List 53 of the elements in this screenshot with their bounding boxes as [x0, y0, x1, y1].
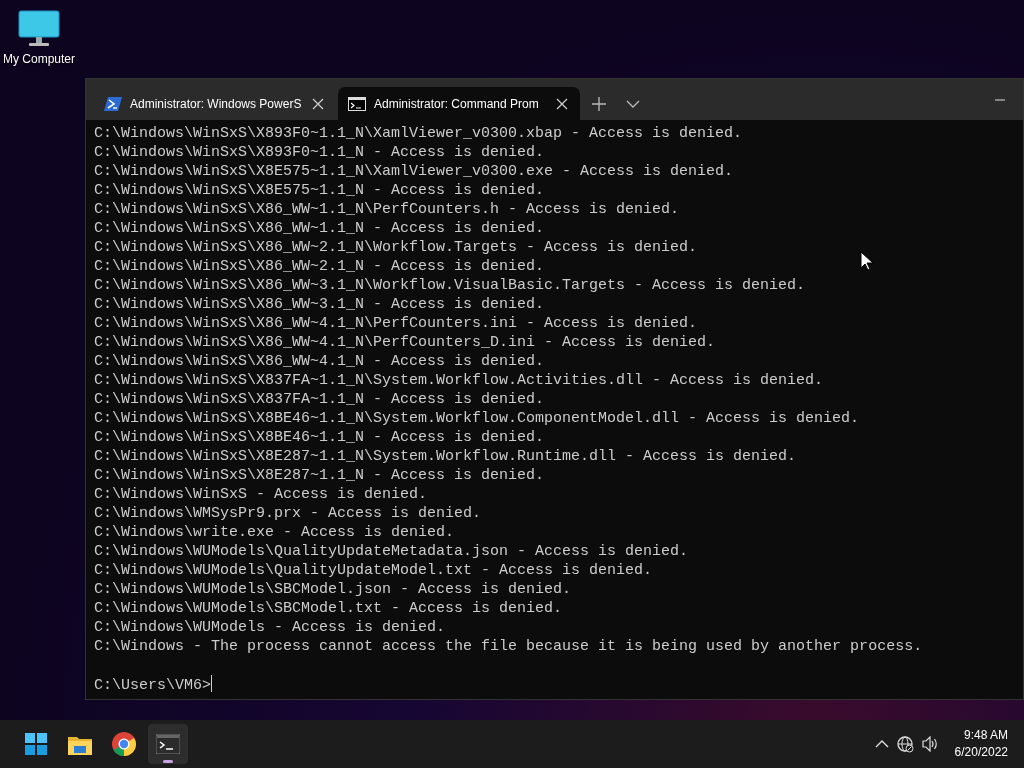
- powershell-icon: [104, 95, 122, 112]
- output-line: C:\Windows\WinSxS\X86_WW~4.1_N\PerfCounters.ini - Access is denied.: [94, 314, 698, 333]
- output-line: C:\Windows\WUModels\QualityUpdateModel.txt - Access is denied.: [94, 561, 653, 580]
- output-line: C:\Windows\WinSxS\X8E287~1.1_N - Access is denied.: [94, 466, 545, 485]
- speaker-icon[interactable]: [921, 736, 939, 752]
- tab[interactable]: Administrator: Command Prom: [338, 87, 580, 120]
- output-line: C:\Windows\WinSxS\X8BE46~1.1_N\System.Workflow.ComponentModel.dll - Access is denied.: [94, 409, 860, 428]
- close-icon[interactable]: [556, 97, 568, 110]
- output-line: C:\Windows\WinSxS\X86_WW~3.1_N\Workflow.VisualBasic.Targets - Access is denied.: [94, 276, 806, 295]
- output-line: C:\Windows\WMSysPr9.prx - Access is denied.: [94, 504, 482, 523]
- globe-icon[interactable]: [896, 735, 914, 753]
- output-line: C:\Windows\WinSxS\X86_WW~1.1_N\PerfCounters.h - Access is denied.: [94, 200, 680, 219]
- output-line: C:\Windows\WinSxS\X893F0~1.1_N - Access is denied.: [94, 143, 545, 162]
- output-line: C:\Windows\WinSxS - Access is denied.: [94, 485, 428, 504]
- command-prompt-icon: [348, 96, 366, 111]
- monitor-icon[interactable]: [18, 10, 60, 47]
- command-prompt: C:\Users\VM6>: [94, 677, 212, 694]
- output-line: C:\Windows\WinSxS\X86_WW~4.1_N\PerfCounters_D.ini - Access is denied.: [94, 333, 716, 352]
- taskbar-app[interactable]: [148, 724, 188, 764]
- icon-label: My Computer: [3, 51, 75, 68]
- clock[interactable]: 9:48 AM 6/20/2022: [954, 727, 1008, 761]
- output-line: C:\Windows - The process cannot access the file because it is being used by another process.: [94, 637, 923, 656]
- output-line: C:\Windows\WinSxS\X8E575~1.1_N\XamlViewer_v0300.exe - Access is denied.: [94, 162, 734, 181]
- plus-icon: [592, 96, 606, 111]
- output-line: C:\Windows\WUModels\SBCModel.json - Access is denied.: [94, 580, 572, 599]
- tab[interactable]: Administrator: Windows PowerS: [94, 87, 336, 120]
- browser-icon: [112, 732, 136, 756]
- output-line: C:\Windows\WinSxS\X86_WW~3.1_N - Access is denied.: [94, 295, 545, 314]
- output-line: C:\Windows\WinSxS\X86_WW~4.1_N - Access is denied.: [94, 352, 545, 371]
- active-indicator: [163, 760, 173, 763]
- output-line: C:\Windows\WinSxS\X86_WW~2.1_N - Access is denied.: [94, 257, 545, 276]
- text-cursor: [211, 675, 213, 692]
- output-line: C:\Windows\WinSxS\X8E575~1.1_N - Access is denied.: [94, 181, 545, 200]
- chevron-up-icon[interactable]: [874, 740, 889, 748]
- windows-logo-icon: [25, 733, 47, 755]
- output-line: C:\Windows\WinSxS\X837FA~1.1_N - Access is denied.: [94, 390, 545, 409]
- output-line: C:\Windows\WinSxS\X8BE46~1.1_N - Access is denied.: [94, 428, 545, 447]
- minimize-icon: [995, 98, 1005, 101]
- clock-date: 6/20/2022: [954, 744, 1008, 761]
- terminal-icon: [156, 734, 180, 754]
- mouse-pointer-icon: [860, 251, 874, 272]
- output-line: C:\Windows\WinSxS\X86_WW~2.1_N\Workflow.Targets - Access is denied.: [94, 238, 698, 257]
- output-line: C:\Windows\write.exe - Access is denied.: [94, 523, 455, 542]
- output-line: C:\Windows\WUModels - Access is denied.: [94, 618, 446, 637]
- output-line: C:\Windows\WinSxS\X8E287~1.1_N\System.Workflow.Runtime.dll - Access is denied.: [94, 447, 797, 466]
- output-line: C:\Windows\WinSxS\X837FA~1.1_N\System.Workflow.Activities.dll - Access is denied.: [94, 371, 824, 390]
- output-line: C:\Windows\WinSxS\X893F0~1.1_N\XamlViewer_v0300.xbap - Access is denied.: [94, 124, 743, 143]
- output-line: C:\Windows\WUModels\SBCModel.txt - Access is denied.: [94, 599, 563, 618]
- output-line: C:\Windows\WinSxS\X86_WW~1.1_N - Access is denied.: [94, 219, 545, 238]
- close-icon[interactable]: [312, 97, 324, 110]
- chevron-down-icon: [626, 99, 640, 108]
- clock-time: 9:48 AM: [963, 727, 1008, 744]
- output-line: C:\Windows\WUModels\QualityUpdateMetadata.json - Access is denied.: [94, 542, 689, 561]
